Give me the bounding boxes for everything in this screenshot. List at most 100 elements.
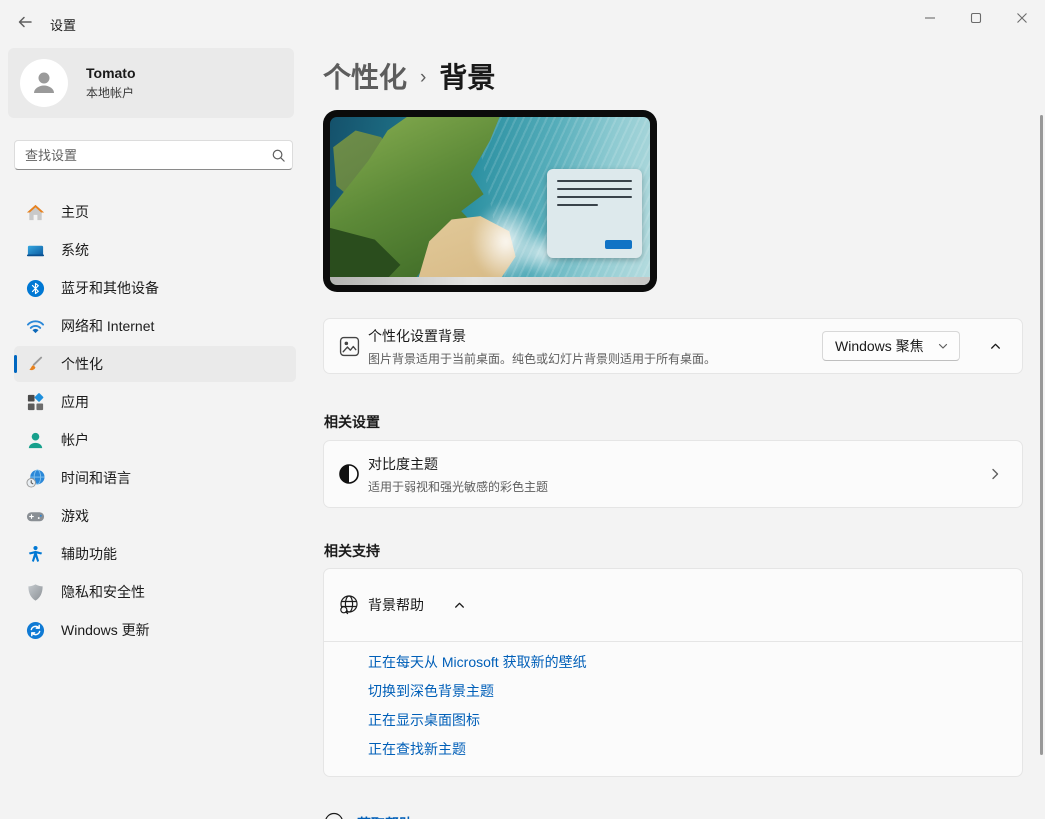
help-link-dark-theme[interactable]: 切换到深色背景主题 bbox=[368, 677, 494, 706]
sidebar-item-network[interactable]: 网络和 Internet bbox=[14, 308, 296, 344]
chevron-up-icon bbox=[989, 340, 1002, 353]
contrast-themes-subtitle: 适用于弱视和强光敏感的彩色主题 bbox=[368, 478, 548, 495]
contrast-themes-title: 对比度主题 bbox=[368, 454, 548, 474]
network-icon bbox=[25, 316, 45, 336]
contrast-themes-row[interactable]: 对比度主题 适用于弱视和强光敏感的彩色主题 bbox=[323, 440, 1023, 508]
contrast-icon bbox=[337, 463, 361, 485]
sidebar-item-label: 网络和 Internet bbox=[61, 316, 154, 336]
get-help-row[interactable]: 获取帮助 bbox=[323, 812, 413, 819]
help-link-desktop-icons[interactable]: 正在显示桌面图标 bbox=[368, 706, 480, 735]
help-links: 正在每天从 Microsoft 获取新的壁纸 切换到深色背景主题 正在显示桌面图… bbox=[324, 642, 1022, 764]
help-link-spotlight-wallpaper[interactable]: 正在每天从 Microsoft 获取新的壁纸 bbox=[368, 648, 587, 677]
sidebar-item-accessibility[interactable]: 辅助功能 bbox=[14, 536, 296, 572]
time-language-icon bbox=[25, 468, 45, 488]
personalize-background-card: 个性化设置背景 图片背景适用于当前桌面。纯色或幻灯片背景则适用于所有桌面。 Wi… bbox=[323, 318, 1023, 374]
window-controls bbox=[907, 0, 1045, 36]
home-icon bbox=[25, 202, 45, 222]
background-type-value: Windows 聚焦 bbox=[835, 336, 924, 356]
close-button[interactable] bbox=[999, 0, 1045, 36]
sidebar-item-label: 蓝牙和其他设备 bbox=[61, 278, 159, 298]
sidebar-item-system[interactable]: 系统 bbox=[14, 232, 296, 268]
maximize-icon bbox=[970, 12, 982, 24]
background-help-header[interactable]: 背景帮助 bbox=[324, 569, 1022, 641]
sidebar-nav: 主页 系统 蓝牙和其他设备 网络和 Internet bbox=[0, 192, 310, 650]
related-support-header: 相关支持 bbox=[324, 541, 380, 561]
background-preview-monitor bbox=[323, 110, 657, 292]
globe-help-icon bbox=[337, 593, 361, 617]
main-content: 个性化 › 背景 bbox=[323, 44, 1023, 819]
maximize-button[interactable] bbox=[953, 0, 999, 36]
system-icon bbox=[25, 240, 45, 260]
sidebar-item-privacy[interactable]: 隐私和安全性 bbox=[14, 574, 296, 610]
sidebar-item-gaming[interactable]: 游戏 bbox=[14, 498, 296, 534]
sidebar-item-label: 辅助功能 bbox=[61, 544, 117, 564]
sidebar-item-personalization[interactable]: 个性化 bbox=[14, 346, 296, 382]
account-card[interactable]: Tomato 本地帐户 bbox=[8, 48, 294, 118]
sidebar-item-windows-update[interactable]: Windows 更新 bbox=[14, 612, 296, 648]
sidebar-item-apps[interactable]: 应用 bbox=[14, 384, 296, 420]
personalize-background-text: 个性化设置背景 图片背景适用于当前桌面。纯色或幻灯片背景则适用于所有桌面。 bbox=[368, 326, 716, 367]
breadcrumb: 个性化 › 背景 bbox=[323, 56, 495, 96]
get-help-label: 获取帮助 bbox=[357, 812, 413, 819]
background-type-dropdown[interactable]: Windows 聚焦 bbox=[822, 331, 960, 361]
personalize-background-title: 个性化设置背景 bbox=[368, 326, 716, 346]
related-settings-header: 相关设置 bbox=[324, 412, 380, 432]
sidebar-item-label: 时间和语言 bbox=[61, 468, 131, 488]
help-circle-icon bbox=[324, 812, 344, 819]
windows-update-icon bbox=[25, 620, 45, 640]
avatar bbox=[20, 59, 68, 107]
spotlight-info-card bbox=[547, 169, 642, 258]
chevron-down-icon bbox=[937, 340, 949, 352]
search-icon bbox=[264, 148, 292, 163]
accessibility-icon bbox=[25, 544, 45, 564]
sidebar-item-label: 主页 bbox=[61, 202, 89, 222]
personalize-background-subtitle: 图片背景适用于当前桌面。纯色或幻灯片背景则适用于所有桌面。 bbox=[368, 350, 716, 367]
spotlight-text-line bbox=[557, 180, 632, 182]
search-input[interactable] bbox=[15, 148, 264, 163]
apps-icon bbox=[25, 392, 45, 412]
back-button[interactable] bbox=[10, 8, 40, 36]
background-help-title: 背景帮助 bbox=[368, 595, 424, 615]
help-expander-toggle[interactable] bbox=[450, 596, 468, 614]
contrast-themes-text: 对比度主题 适用于弱视和强光敏感的彩色主题 bbox=[368, 454, 548, 495]
chevron-right-icon bbox=[986, 467, 1004, 481]
sidebar-item-label: 系统 bbox=[61, 240, 89, 260]
sidebar-item-label: 游戏 bbox=[61, 506, 89, 526]
sidebar-item-home[interactable]: 主页 bbox=[14, 194, 296, 230]
wallpaper-preview bbox=[330, 117, 650, 285]
bluetooth-icon bbox=[25, 278, 45, 298]
personalization-icon bbox=[25, 354, 45, 374]
breadcrumb-parent[interactable]: 个性化 bbox=[323, 56, 407, 96]
spotlight-text-line bbox=[557, 196, 632, 198]
spotlight-text-line bbox=[557, 204, 598, 206]
background-expander-toggle[interactable] bbox=[986, 337, 1004, 355]
close-icon bbox=[1016, 12, 1028, 24]
sidebar-item-label: 应用 bbox=[61, 392, 89, 412]
preview-taskbar bbox=[330, 277, 650, 285]
help-link-new-themes[interactable]: 正在查找新主题 bbox=[368, 735, 466, 764]
account-type: 本地帐户 bbox=[86, 84, 136, 101]
background-help-card: 背景帮助 正在每天从 Microsoft 获取新的壁纸 切换到深色背景主题 正在… bbox=[323, 568, 1023, 777]
breadcrumb-separator-icon: › bbox=[420, 64, 426, 89]
back-arrow-icon bbox=[17, 14, 33, 30]
spotlight-text-line bbox=[557, 188, 632, 190]
sidebar-item-accounts[interactable]: 帐户 bbox=[14, 422, 296, 458]
account-name: Tomato bbox=[86, 65, 136, 81]
sidebar-item-bluetooth[interactable]: 蓝牙和其他设备 bbox=[14, 270, 296, 306]
sidebar-item-label: 个性化 bbox=[61, 354, 103, 374]
gaming-icon bbox=[25, 506, 45, 526]
sidebar-item-time-language[interactable]: 时间和语言 bbox=[14, 460, 296, 496]
minimize-button[interactable] bbox=[907, 0, 953, 36]
search-box bbox=[14, 140, 293, 170]
chevron-up-icon bbox=[453, 599, 466, 612]
spotlight-button bbox=[605, 240, 632, 249]
account-text: Tomato 本地帐户 bbox=[86, 65, 136, 101]
sidebar-item-label: 隐私和安全性 bbox=[61, 582, 145, 602]
app-title: 设置 bbox=[50, 15, 76, 34]
user-icon bbox=[29, 68, 59, 98]
vertical-scrollbar[interactable] bbox=[1040, 115, 1043, 755]
sidebar: Tomato 本地帐户 主页 系统 bbox=[0, 44, 310, 819]
sidebar-item-label: Windows 更新 bbox=[61, 620, 150, 640]
picture-icon bbox=[337, 336, 361, 357]
titlebar: 设置 bbox=[0, 0, 1045, 44]
